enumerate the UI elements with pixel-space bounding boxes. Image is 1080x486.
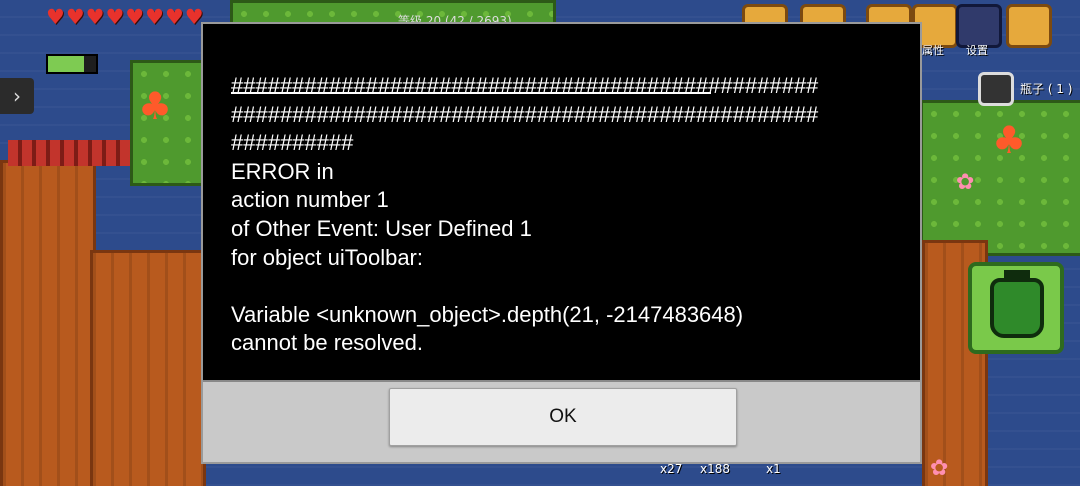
- error-dialog: ########################################…: [201, 22, 922, 464]
- error-message[interactable]: ########################################…: [231, 72, 901, 372]
- ok-button[interactable]: OK: [389, 388, 737, 446]
- error-dialog-overlay: ########################################…: [0, 0, 1080, 486]
- dialog-button-bar: OK: [203, 380, 920, 462]
